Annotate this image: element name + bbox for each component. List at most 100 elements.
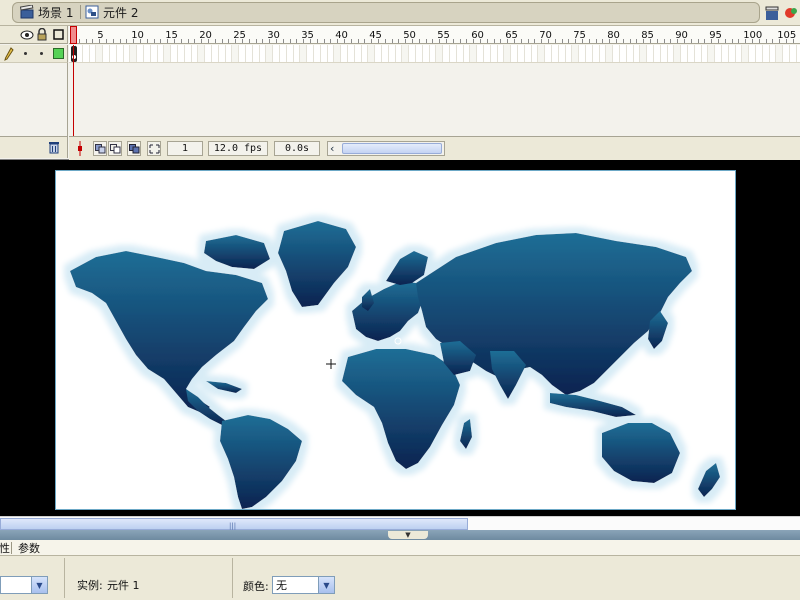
ruler-tick [738, 39, 740, 43]
ruler-tick [704, 39, 706, 43]
ruler-label: 30 [267, 30, 280, 41]
ruler-label: 65 [505, 30, 518, 41]
transform-point [394, 337, 402, 345]
scroll-left-arrow-icon[interactable]: ‹ [330, 142, 334, 155]
ruler-tick [221, 39, 223, 43]
onion-skin-outlines-icon[interactable] [108, 141, 122, 156]
ruler-label: 25 [233, 30, 246, 41]
center-frame-icon[interactable] [75, 141, 85, 159]
ruler-tick [772, 39, 774, 43]
ruler-tick [629, 39, 631, 43]
europe-shape [352, 281, 424, 341]
ruler-tick [316, 39, 318, 43]
ruler-tick [459, 39, 461, 43]
south-america-shape [220, 415, 302, 509]
current-frame-field[interactable]: 1 [167, 141, 203, 156]
modify-onion-markers-icon[interactable] [147, 141, 161, 156]
edit-multiple-frames-icon[interactable] [127, 141, 141, 156]
layer-controls [0, 136, 68, 158]
ruler-tick [636, 39, 638, 43]
visibility-dot[interactable] [24, 52, 27, 55]
properties-tabs: 属性 参数 [0, 540, 800, 556]
ruler-label: 5 [97, 30, 104, 41]
outline-color-swatch[interactable] [53, 48, 64, 59]
breadcrumb-symbol[interactable]: 元件 2 [85, 4, 138, 20]
lock-all-icon[interactable] [37, 27, 47, 44]
ruler-tick [670, 39, 672, 43]
frame-cell[interactable] [797, 45, 800, 62]
panel-splitter[interactable]: ▼ [0, 530, 800, 540]
ruler-tick [357, 39, 359, 43]
ruler-tick [289, 39, 291, 43]
playhead[interactable] [70, 45, 76, 136]
ruler-tick [731, 39, 733, 43]
color-label: 颜色: [243, 580, 269, 593]
show-hide-all-icon[interactable] [20, 29, 34, 44]
scroll-grip-icon: ||| [229, 522, 237, 530]
playhead-marker[interactable] [70, 26, 77, 44]
lock-dot[interactable] [40, 52, 43, 55]
africa-shape [342, 349, 460, 469]
ruler-label: 45 [369, 30, 382, 41]
edit-symbol-icon[interactable] [783, 5, 799, 21]
ruler-label: 80 [607, 30, 620, 41]
layer-row[interactable] [0, 45, 68, 63]
stage-canvas[interactable] [55, 170, 736, 510]
frame-rate-field[interactable]: 12.0 fps [208, 141, 268, 156]
ruler-tick [78, 39, 80, 43]
ruler-tick [262, 39, 264, 43]
breadcrumb-scene[interactable]: 场景 1 [19, 4, 73, 20]
stage-area[interactable] [0, 160, 800, 516]
stage-scroll-thumb[interactable]: ||| [0, 518, 468, 530]
ruler-tick [384, 39, 386, 43]
frame-ruler[interactable]: 1510152025303540455055606570758085909510… [69, 26, 800, 44]
world-map[interactable] [56, 171, 736, 510]
ruler-tick [119, 39, 121, 43]
timeline-horizontal-scrollbar[interactable]: ‹ [327, 141, 445, 156]
delete-layer-icon[interactable] [48, 141, 60, 157]
layer-list-empty [0, 63, 68, 138]
onion-skin-icon[interactable] [93, 141, 107, 156]
edit-scene-icon[interactable] [765, 5, 781, 21]
ruler-label: 60 [471, 30, 484, 41]
color-effect-select[interactable]: 无 ▼ [272, 576, 335, 594]
chevron-down-icon[interactable]: ▼ [31, 577, 47, 593]
tab-parameters[interactable]: 参数 [14, 540, 44, 556]
ruler-tick [106, 39, 107, 43]
ruler-tick [350, 39, 352, 43]
ruler-label: 100 [743, 30, 763, 41]
ruler-label: 85 [641, 30, 654, 41]
stage-horizontal-scrollbar[interactable]: ||| [0, 516, 800, 530]
ruler-tick [527, 39, 529, 43]
ruler-label: 95 [709, 30, 722, 41]
ruler-tick [364, 39, 366, 43]
ruler-tick [391, 39, 393, 43]
ruler-tick [85, 39, 87, 43]
ruler-tick [330, 39, 332, 43]
registration-crosshair [326, 359, 336, 369]
madagascar-shape [460, 419, 472, 449]
caribbean-shape [206, 381, 242, 393]
collapse-panel-icon[interactable]: ▼ [388, 531, 428, 539]
ruler-tick [126, 39, 128, 43]
ruler-tick [418, 39, 420, 43]
ruler-tick [452, 39, 454, 43]
panel-divider [64, 558, 65, 598]
breadcrumb-divider [80, 5, 81, 19]
ruler-tick [493, 39, 495, 43]
symbol-behavior-select[interactable]: ▼ [0, 576, 48, 594]
timeline-scroll-thumb[interactable] [342, 143, 442, 154]
properties-panel: ▼ 实例: 元件 1 颜色: 无 ▼ [0, 556, 800, 600]
color-effect-value: 无 [276, 579, 287, 592]
ruler-tick [568, 39, 570, 43]
timeline-panel: 1510152025303540455055606570758085909510… [0, 26, 800, 160]
ruler-tick [500, 39, 502, 43]
outline-all-icon[interactable] [53, 29, 64, 43]
pencil-icon [4, 47, 14, 64]
chevron-down-icon[interactable]: ▼ [318, 577, 334, 593]
ruler-tick [398, 39, 400, 43]
ruler-tick [561, 39, 563, 43]
ruler-tick [724, 39, 726, 43]
frame-row[interactable] [69, 45, 800, 63]
ruler-tick [214, 39, 216, 43]
